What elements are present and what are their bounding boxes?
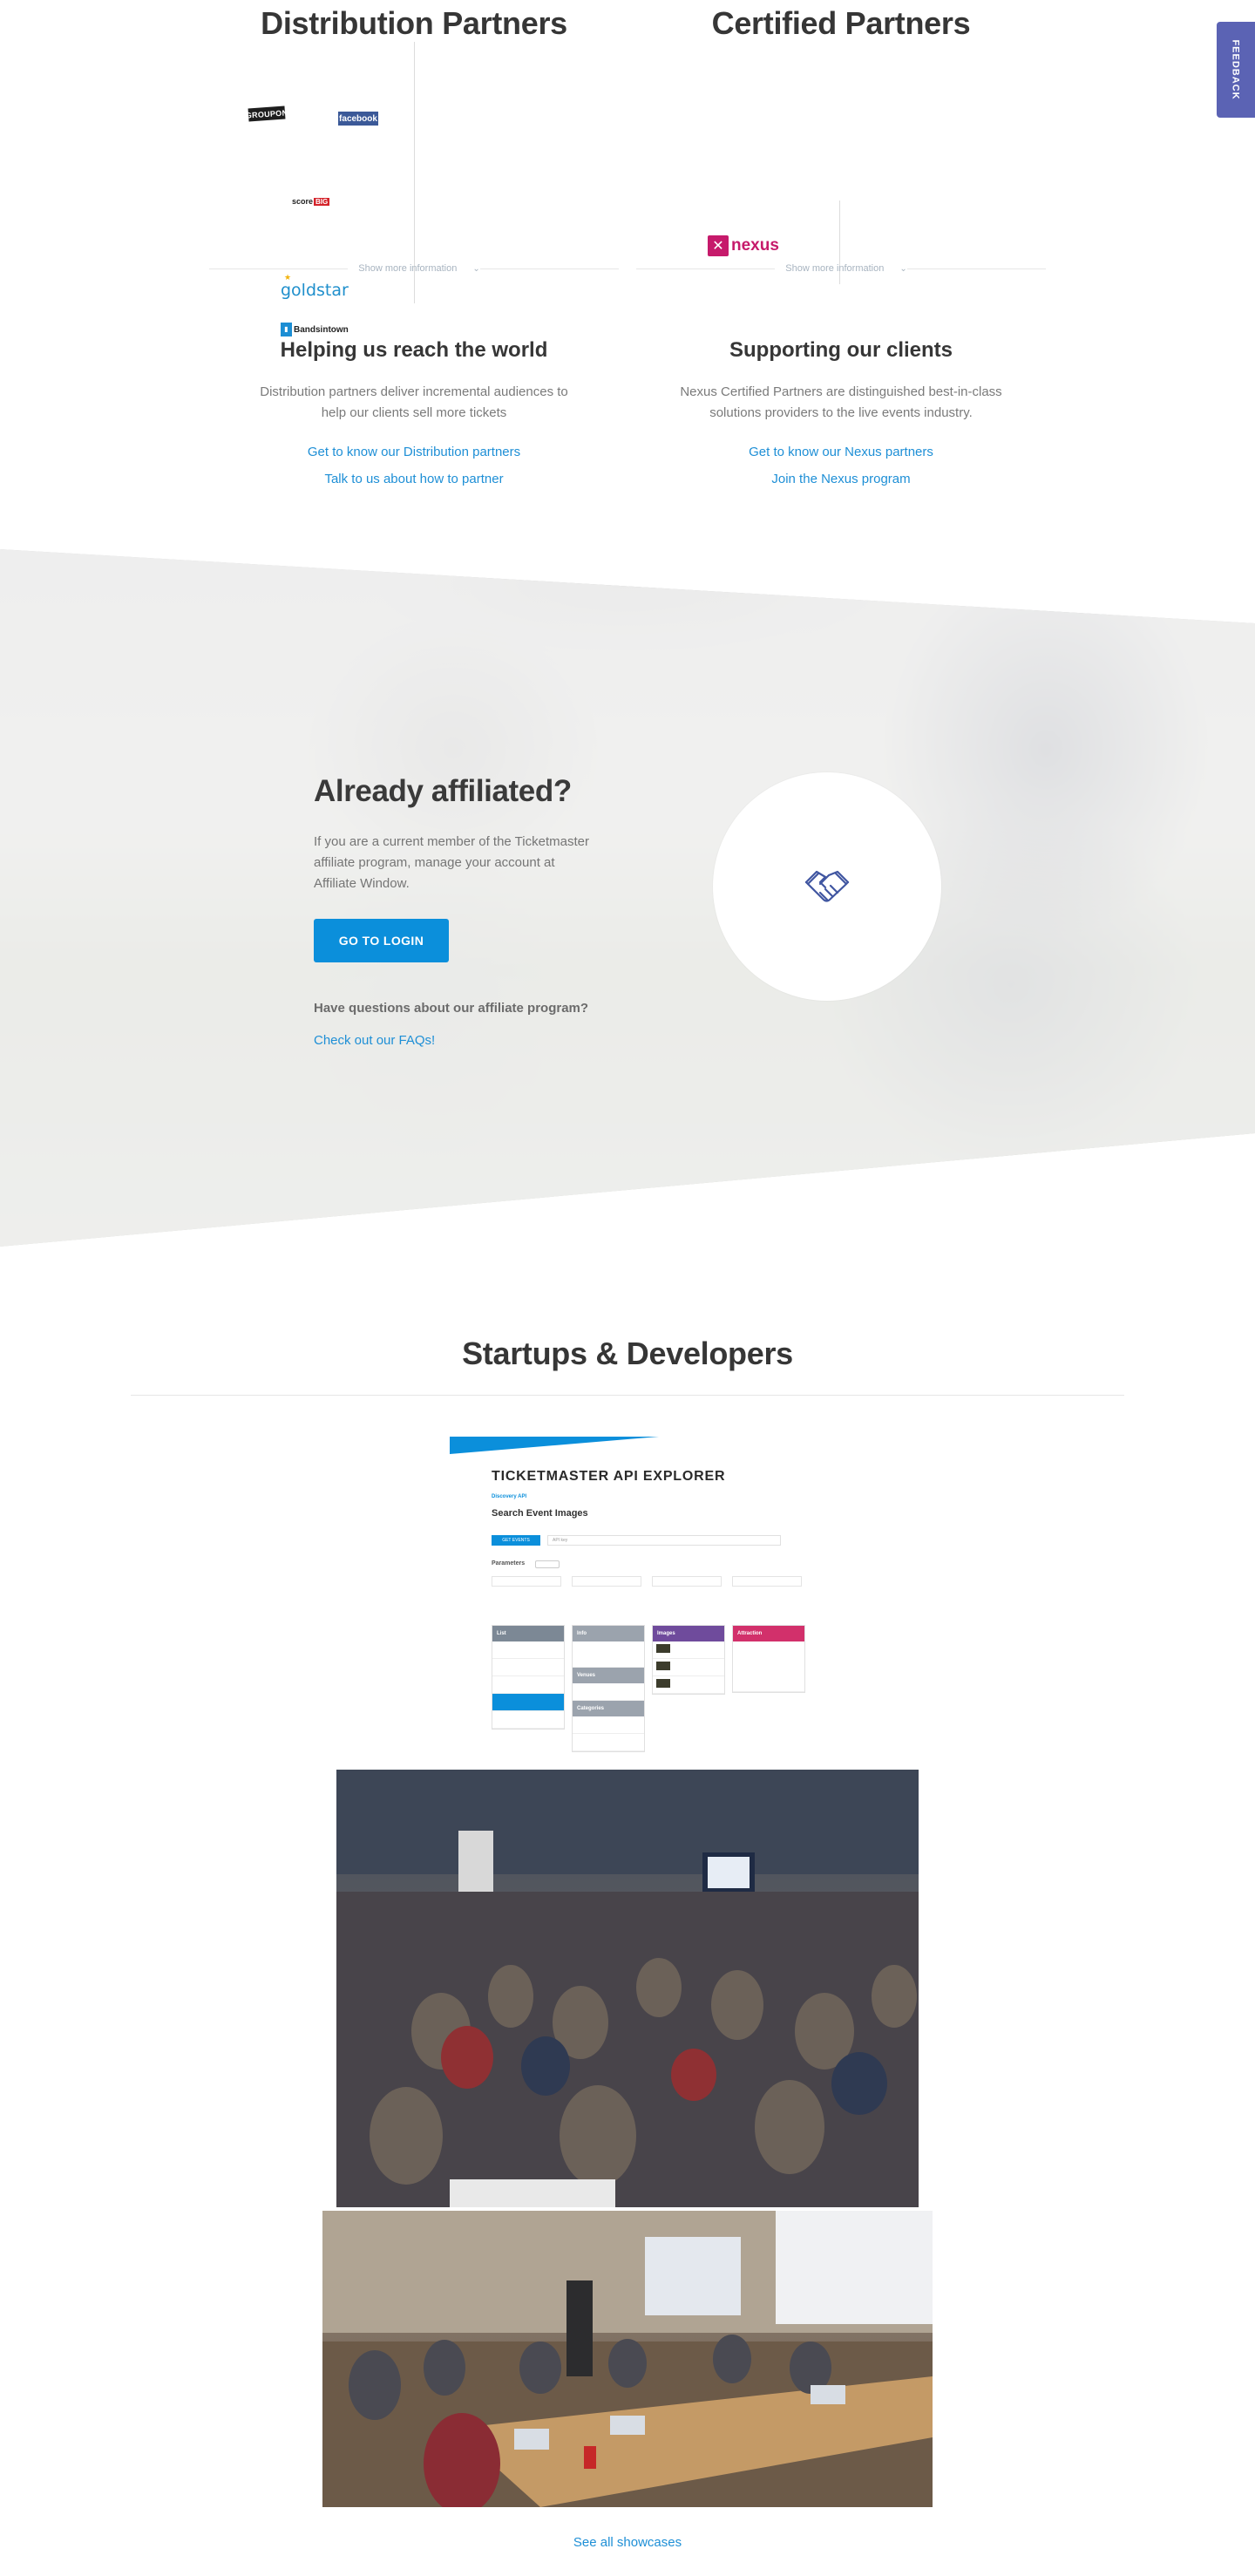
- chevron-down-icon: ⌄: [472, 263, 480, 274]
- nexus-logo[interactable]: ✕ nexus: [708, 235, 779, 256]
- partners-section: Distribution Partners GROUPON facebook s…: [0, 0, 1255, 523]
- distribution-description: Distribution partners deliver incrementa…: [260, 384, 568, 420]
- forum-audience-photo: [336, 1770, 919, 2207]
- api-card-images: Images: [652, 1625, 725, 1695]
- api-key-field: API key: [547, 1535, 781, 1546]
- api-explorer-title: TICKETMASTER API EXPLORER: [492, 1469, 726, 1484]
- go-to-login-button[interactable]: GO TO LOGIN: [314, 919, 449, 962]
- api-breadcrumb: Discovery API: [492, 1494, 527, 1499]
- facebook-logo[interactable]: facebook: [338, 112, 378, 126]
- certified-show-more[interactable]: Show more information ⌄: [636, 262, 1046, 275]
- certified-title: Certified Partners: [711, 5, 971, 41]
- groupon-logo[interactable]: GROUPON: [245, 105, 288, 122]
- api-section-title: Search Event Images: [492, 1508, 588, 1519]
- distribution-logos: GROUPON facebook score BIG ★ goldstar: [209, 42, 619, 303]
- workshop-photo: [322, 2211, 933, 2507]
- join-nexus-link[interactable]: Join the Nexus program: [636, 472, 1046, 486]
- api-get-events-button: GET EVENTS: [492, 1535, 540, 1546]
- handshake-icon: [804, 870, 850, 902]
- certified-partners: Certified Partners ✕ nexus Show more info…: [636, 0, 1046, 486]
- distribution-show-more[interactable]: Show more information ⌄: [209, 262, 619, 275]
- affiliate-question: Have questions about our affiliate progr…: [314, 1001, 589, 1016]
- section-divider: [131, 1395, 1124, 1396]
- distribution-title: Distribution Partners: [261, 5, 567, 41]
- affiliate-content: Already affiliated? If you are a current…: [314, 774, 610, 1048]
- affiliate-title: Already affiliated?: [314, 774, 572, 808]
- faq-link[interactable]: Check out our FAQs!: [314, 1033, 610, 1048]
- distribution-partners-link[interactable]: Get to know our Distribution partners: [209, 445, 619, 459]
- chevron-down-icon: ⌄: [899, 263, 907, 274]
- see-all-showcases-link[interactable]: See all showcases: [0, 2535, 1255, 2550]
- partner-contact-link[interactable]: Talk to us about how to partner: [209, 472, 619, 486]
- api-params-label: Parameters: [492, 1560, 526, 1567]
- affiliate-description: If you are a current member of the Ticke…: [314, 834, 589, 891]
- scorebig-logo[interactable]: score BIG: [292, 197, 330, 206]
- nexus-icon: ✕: [708, 235, 729, 256]
- certified-description: Nexus Certified Partners are distinguish…: [680, 384, 1002, 420]
- bandsintown-logo[interactable]: ▮ Bandsintown: [281, 323, 349, 336]
- nexus-partners-link[interactable]: Get to know our Nexus partners: [636, 445, 1046, 459]
- certified-subtitle: Supporting our clients: [729, 338, 953, 362]
- api-card-attraction: Attraction: [732, 1625, 805, 1693]
- affiliate-section: Already affiliated? If you are a current…: [0, 549, 1255, 1247]
- api-card-list: List: [492, 1625, 565, 1730]
- distribution-partners: Distribution Partners GROUPON facebook s…: [209, 0, 619, 486]
- distribution-subtitle: Helping us reach the world: [280, 338, 548, 362]
- certified-logos: ✕ nexus: [636, 42, 1046, 286]
- startups-section: Startups & Developers TICKETMASTER API E…: [0, 1308, 1255, 2550]
- startups-title: Startups & Developers: [462, 1336, 793, 1371]
- bandsintown-icon: ▮: [281, 323, 292, 336]
- api-card-info: Info Venues Categories: [572, 1625, 645, 1752]
- goldstar-logo[interactable]: ★ goldstar: [281, 274, 349, 300]
- handshake-circle: [713, 772, 941, 1001]
- api-explorer-screenshot[interactable]: TICKETMASTER API EXPLORER Discovery API …: [450, 1437, 812, 1768]
